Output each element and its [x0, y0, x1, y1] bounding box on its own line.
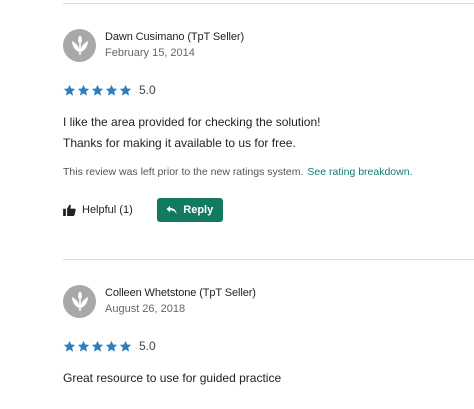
star-icon — [63, 340, 76, 352]
star-icon — [63, 84, 76, 96]
star-icon — [91, 84, 104, 96]
stars — [63, 340, 133, 353]
avatar — [63, 28, 96, 62]
star-icon — [77, 340, 90, 352]
review-header: Dawn Cusimano (TpT Seller) February 15, … — [63, 28, 474, 62]
helpful-button[interactable]: Helpful (1) — [63, 204, 133, 216]
see-rating-breakdown-link[interactable]: See rating breakdown. — [307, 166, 412, 178]
leaf-avatar-icon — [71, 291, 88, 312]
reply-label: Reply — [183, 204, 214, 216]
review-header: Colleen Whetstone (TpT Seller) August 26… — [63, 284, 474, 318]
review-actions: Helpful (1) Reply — [63, 198, 474, 222]
leaf-avatar-icon — [71, 35, 88, 56]
review-body: Great resource to use for guided practic… — [63, 368, 474, 389]
review-card: Dawn Cusimano (TpT Seller) February 15, … — [63, 28, 474, 222]
review-body: I like the area provided for checking th… — [63, 112, 474, 154]
helpful-label: Helpful (1) — [82, 204, 133, 216]
rating-value: 5.0 — [139, 339, 156, 353]
star-icon — [119, 340, 132, 352]
rating-value: 5.0 — [139, 83, 156, 97]
star-icon — [105, 84, 118, 96]
reply-button[interactable]: Reply — [156, 198, 223, 222]
review-card: Colleen Whetstone (TpT Seller) August 26… — [63, 284, 474, 389]
star-icon — [77, 84, 90, 96]
star-icon — [91, 340, 104, 352]
star-rating: 5.0 — [63, 338, 474, 354]
star-icon — [119, 84, 132, 96]
top-divider — [63, 3, 474, 4]
review-text-line: Thanks for making it available to us for… — [63, 136, 296, 150]
review-divider — [63, 259, 474, 260]
star-rating: 5.0 — [63, 82, 474, 98]
legacy-rating-note: This review was left prior to the new ra… — [63, 166, 474, 178]
review-text-line: Great resource to use for guided practic… — [63, 371, 282, 385]
review-date: August 26, 2018 — [105, 302, 186, 315]
review-date: February 15, 2014 — [105, 46, 195, 59]
reviewer-name[interactable]: Dawn Cusimano (TpT Seller) — [105, 30, 244, 45]
reviewer-name[interactable]: Colleen Whetstone (TpT Seller) — [105, 286, 256, 301]
review-text-line: I like the area provided for checking th… — [63, 115, 321, 129]
thumbs-up-icon — [63, 204, 76, 216]
reply-arrow-icon — [166, 205, 177, 215]
star-icon — [105, 340, 118, 352]
legacy-note-text: This review was left prior to the new ra… — [63, 166, 304, 178]
stars — [63, 84, 133, 97]
avatar — [63, 284, 96, 318]
